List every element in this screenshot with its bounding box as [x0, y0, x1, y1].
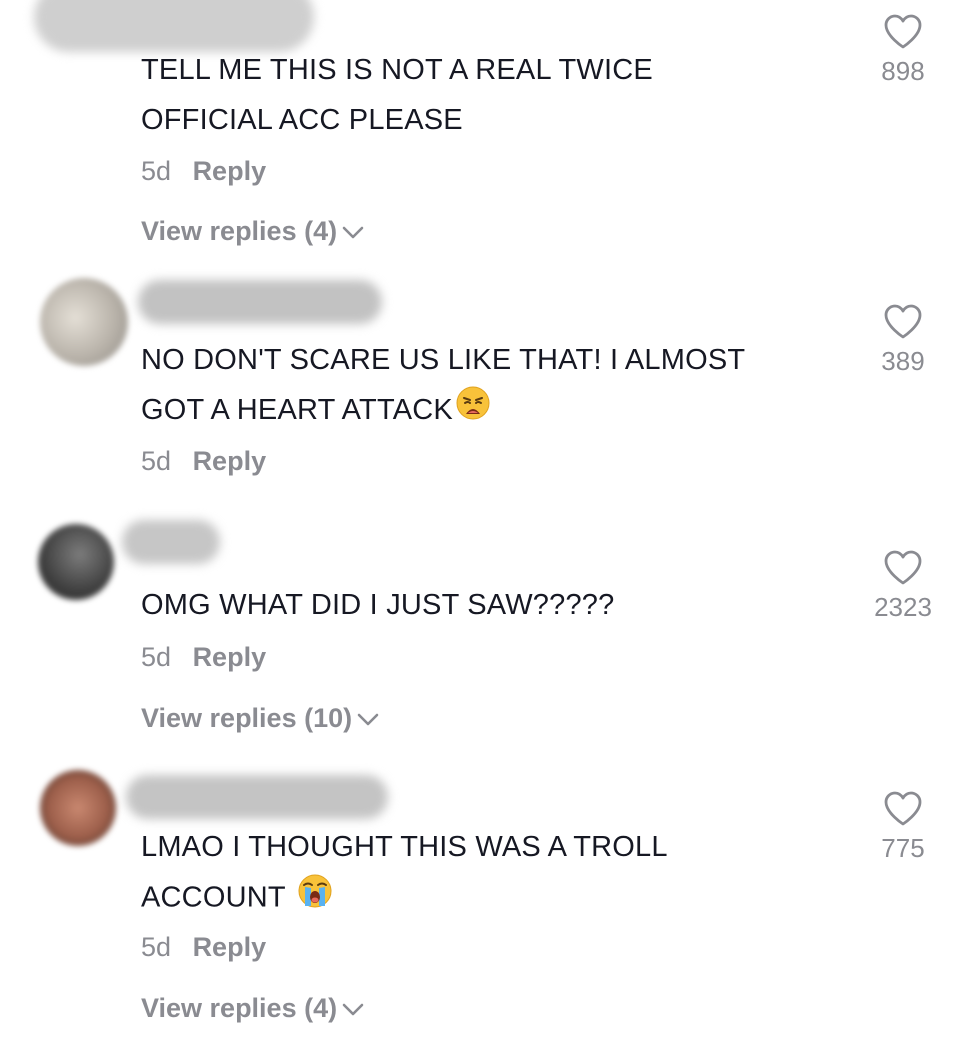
view-replies-label: View replies (4) [141, 993, 338, 1023]
like-control: 389 [868, 304, 938, 377]
comment-text-line: OFFICIAL ACC PLEASE [141, 104, 463, 136]
comment-text-segment: GOT A HEART ATTACK [141, 394, 453, 426]
reply-button[interactable]: Reply [193, 156, 267, 186]
avatar[interactable] [38, 524, 114, 600]
username-redacted[interactable] [122, 520, 220, 564]
view-replies-button[interactable]: View replies (4) [141, 216, 365, 247]
like-control: 775 [868, 791, 938, 864]
comment-text-line: GOT A HEART ATTACK [141, 385, 841, 437]
comment-text-line: TELL ME THIS IS NOT A REAL TWICE [141, 54, 653, 86]
comment-time: 5d [141, 642, 172, 672]
loudly-crying-face-emoji [296, 872, 334, 926]
comment-meta: 5d Reply [141, 446, 266, 477]
comment-meta: 5d Reply [141, 932, 266, 963]
like-control: 2323 [868, 550, 938, 623]
view-replies-label: View replies (4) [141, 216, 338, 246]
heart-outline-icon[interactable] [883, 791, 923, 827]
like-count: 2323 [874, 592, 932, 622]
comment-text: NO DON'T SCARE US LIKE THAT! I ALMOST GO… [141, 335, 841, 437]
username-redacted[interactable] [138, 280, 382, 324]
comment-text: TELL ME THIS IS NOT A REAL TWICE OFFICIA… [141, 45, 841, 145]
avatar[interactable] [40, 770, 116, 846]
avatar[interactable] [40, 278, 128, 366]
chevron-down-icon [357, 713, 379, 726]
comment-text-line: OMG WHAT DID I JUST SAW????? [141, 589, 615, 621]
heart-outline-icon[interactable] [883, 304, 923, 340]
comment-text-line: LMAO I THOUGHT THIS WAS A TROLL [141, 831, 668, 863]
username-redacted[interactable] [126, 775, 388, 819]
comment-text: OMG WHAT DID I JUST SAW????? [141, 580, 841, 630]
comment-time: 5d [141, 932, 172, 962]
reply-button[interactable]: Reply [193, 932, 267, 962]
comment-text-line: NO DON'T SCARE US LIKE THAT! I ALMOST [141, 344, 746, 376]
reply-button[interactable]: Reply [193, 446, 267, 476]
heart-outline-icon[interactable] [883, 14, 923, 50]
comment-meta: 5d Reply [141, 642, 266, 673]
view-replies-button[interactable]: View replies (4) [141, 993, 365, 1024]
view-replies-label: View replies (10) [141, 703, 353, 733]
like-count: 389 [881, 346, 925, 376]
view-replies-button[interactable]: View replies (10) [141, 703, 380, 734]
comment-time: 5d [141, 156, 172, 186]
like-control: 898 [868, 14, 938, 87]
comment-time: 5d [141, 446, 172, 476]
weary-face-emoji [455, 385, 491, 437]
reply-button[interactable]: Reply [193, 642, 267, 672]
chevron-down-icon [342, 1003, 364, 1016]
like-count: 898 [881, 56, 925, 86]
heart-outline-icon[interactable] [883, 550, 923, 586]
comment-text-segment: ACCOUNT [141, 881, 286, 914]
comment-text-line: ACCOUNT [141, 872, 841, 926]
comment-text: LMAO I THOUGHT THIS WAS A TROLL ACCOUNT [141, 822, 841, 926]
comment-meta: 5d Reply [141, 156, 266, 187]
like-count: 775 [881, 833, 925, 863]
chevron-down-icon [342, 226, 364, 239]
